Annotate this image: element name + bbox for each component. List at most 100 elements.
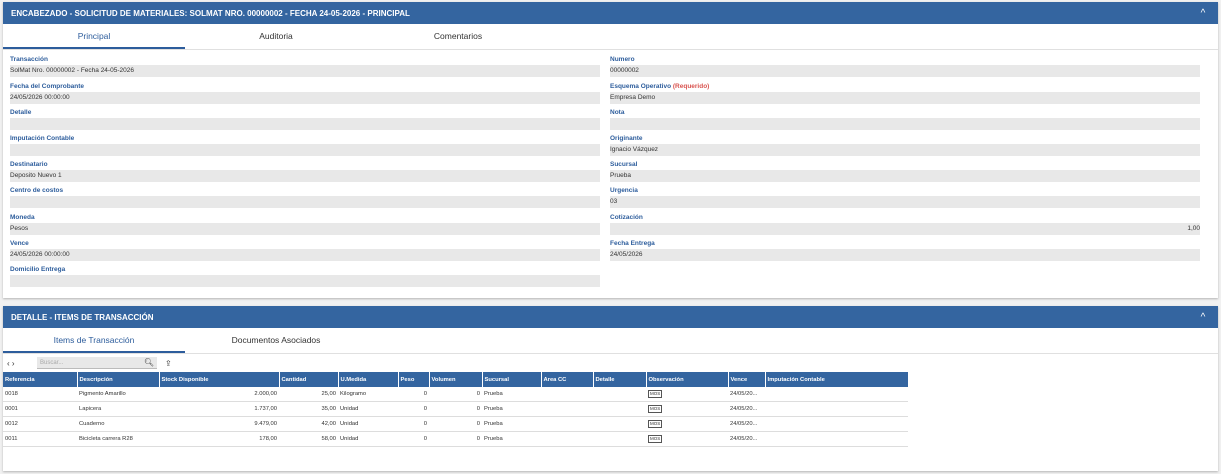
cell-detalle — [593, 416, 646, 432]
cell-peso: 0 — [398, 416, 429, 432]
export-icon[interactable]: ⇪ — [165, 359, 172, 368]
field-label: Moneda — [10, 214, 35, 221]
header-title: ENCABEZADO - SOLICITUD DE MATERIALES: SO… — [11, 8, 410, 18]
field-value[interactable] — [610, 118, 1200, 130]
header-tabs: Principal Auditoria Comentarios — [3, 24, 1218, 50]
field-label: Esquema Operativo (Requerido) — [610, 82, 1200, 92]
field-destinatario: Destinatario Deposito Nuevo 1 — [10, 160, 600, 182]
table-row[interactable]: 0001 Lapicera 1.737,00 35,00 Unidad 0 0 … — [3, 401, 908, 417]
cell-cantidad[interactable]: 58,00 — [279, 431, 338, 447]
table-row[interactable]: 0018 Pigmento Amarillo 2.000,00 25,00 Ki… — [3, 387, 908, 402]
field-esquema-operativo: Esquema Operativo (Requerido) Empresa De… — [610, 82, 1200, 104]
search-input[interactable]: Buscar... 🔍︎ — [37, 357, 157, 369]
search-placeholder: Buscar... — [40, 360, 64, 366]
col-detalle[interactable]: Detalle — [593, 372, 647, 387]
cell-imputacion — [765, 431, 908, 447]
field-transaccion: Transacción SolMat Nro. 00000002 - Fecha… — [10, 55, 600, 77]
cell-observacion: MOS — [646, 387, 728, 402]
field-label: Imputación Contable — [10, 135, 75, 142]
cell-imputacion — [765, 401, 908, 417]
field-value[interactable] — [10, 144, 600, 156]
cell-vence: 24/05/20... — [728, 387, 765, 402]
col-vence[interactable]: Vence — [728, 372, 766, 387]
cell-volumen: 0 — [429, 387, 482, 402]
field-label: Destinatario — [10, 161, 48, 168]
col-volumen[interactable]: Volumen — [429, 372, 483, 387]
field-value[interactable]: 1,00 — [610, 223, 1200, 235]
cell-vence: 24/05/20... — [728, 431, 765, 447]
cell-cantidad[interactable]: 35,00 — [279, 401, 338, 417]
field-value[interactable]: 24/05/2026 — [610, 249, 1200, 261]
detail-tabs: Items de Transacción Documentos Asociado… — [3, 328, 1218, 354]
table-row[interactable]: 0012 Cuaderno 9.479,00 42,00 Unidad 0 0 … — [3, 416, 908, 432]
col-imputacion-contable[interactable]: Imputación Contable — [765, 372, 909, 387]
cell-peso: 0 — [398, 387, 429, 402]
field-value[interactable] — [10, 275, 600, 287]
observacion-button[interactable]: MOS — [648, 420, 663, 428]
search-icon[interactable]: 🔍︎ — [144, 357, 154, 369]
field-value[interactable] — [10, 196, 600, 208]
cell-umedida: Kilogramo — [338, 387, 398, 402]
cell-area-cc — [541, 416, 593, 432]
cell-referencia: 0012 — [3, 416, 77, 432]
field-label: Centro de costos — [10, 187, 64, 194]
observacion-button[interactable]: MOS — [648, 405, 663, 413]
cell-cantidad[interactable]: 42,00 — [279, 416, 338, 432]
tab-documentos-asociados[interactable]: Documentos Asociados — [185, 328, 367, 353]
field-value[interactable] — [10, 118, 600, 130]
required-marker: (Requerido) — [672, 83, 710, 90]
items-table: Referencia Descripción Stock Disponible … — [3, 372, 909, 447]
cell-stock: 178,00 — [159, 431, 279, 447]
col-area-cc[interactable]: Area CC — [541, 372, 594, 387]
field-label: Sucursal — [610, 161, 638, 168]
field-sucursal: Sucursal Prueba — [610, 160, 1200, 182]
field-value[interactable]: 00000002 — [610, 65, 1200, 77]
col-stock-disponible[interactable]: Stock Disponible — [159, 372, 280, 387]
field-value[interactable]: 24/05/2026 00:00:00 — [10, 92, 600, 104]
table-row[interactable]: 0011 Bicicleta carrera R28 178,00 58,00 … — [3, 431, 908, 447]
collapse-header-icon[interactable]: ^ — [1196, 8, 1210, 19]
cell-area-cc — [541, 431, 593, 447]
detail-title: DETALLE - ITEMS DE TRANSACCIÓN — [11, 312, 154, 322]
header-titlebar: ENCABEZADO - SOLICITUD DE MATERIALES: SO… — [3, 2, 1218, 24]
field-cotizacion: Cotización 1,00 — [610, 213, 1200, 235]
cell-referencia: 0011 — [3, 431, 77, 447]
field-label: Detalle — [10, 109, 32, 116]
cell-peso: 0 — [398, 431, 429, 447]
field-label: Domicilio Entrega — [10, 266, 66, 273]
field-numero: Numero 00000002 — [610, 55, 1200, 77]
field-value[interactable]: 03 — [610, 196, 1200, 208]
cell-observacion: MOS — [646, 401, 728, 417]
col-cantidad[interactable]: Cantidad — [279, 372, 339, 387]
field-value[interactable]: Pesos — [10, 223, 600, 235]
field-value[interactable]: SolMat Nro. 00000002 - Fecha 24-05-2026 — [10, 65, 600, 77]
col-observacion[interactable]: Observación — [646, 372, 729, 387]
cell-area-cc — [541, 401, 593, 417]
col-descripcion[interactable]: Descripción — [77, 372, 160, 387]
col-peso[interactable]: Peso — [398, 372, 430, 387]
col-referencia[interactable]: Referencia — [3, 372, 78, 387]
field-label: Numero — [610, 56, 635, 63]
field-imputacion-contable: Imputación Contable — [10, 134, 600, 156]
field-vence: Vence 24/05/2026 00:00:00 — [10, 239, 600, 261]
field-value[interactable]: Ignacio Vázquez — [610, 144, 1200, 156]
observacion-button[interactable]: MOS — [648, 390, 663, 398]
cell-cantidad[interactable]: 25,00 — [279, 387, 338, 402]
field-label: Fecha del Comprobante — [10, 83, 85, 90]
tab-principal[interactable]: Principal — [3, 24, 185, 49]
scroll-nav-icon[interactable]: ‹ › — [7, 359, 25, 368]
tab-items-transaccion[interactable]: Items de Transacción — [3, 328, 185, 353]
cell-area-cc — [541, 387, 593, 402]
field-value[interactable]: Deposito Nuevo 1 — [10, 170, 600, 182]
col-umedida[interactable]: U.Medida — [338, 372, 399, 387]
field-value[interactable]: 24/05/2026 00:00:00 — [10, 249, 600, 261]
detail-panel: DETALLE - ITEMS DE TRANSACCIÓN ^ Items d… — [3, 306, 1218, 471]
cell-descripcion: Lapicera — [77, 401, 159, 417]
col-sucursal[interactable]: Sucursal — [482, 372, 542, 387]
collapse-detail-icon[interactable]: ^ — [1196, 312, 1210, 323]
field-value[interactable]: Empresa Demo — [610, 92, 1200, 104]
observacion-button[interactable]: MOS — [648, 435, 663, 443]
field-value[interactable]: Prueba — [610, 170, 1200, 182]
tab-comentarios[interactable]: Comentarios — [367, 24, 549, 49]
tab-auditoria[interactable]: Auditoria — [185, 24, 367, 49]
